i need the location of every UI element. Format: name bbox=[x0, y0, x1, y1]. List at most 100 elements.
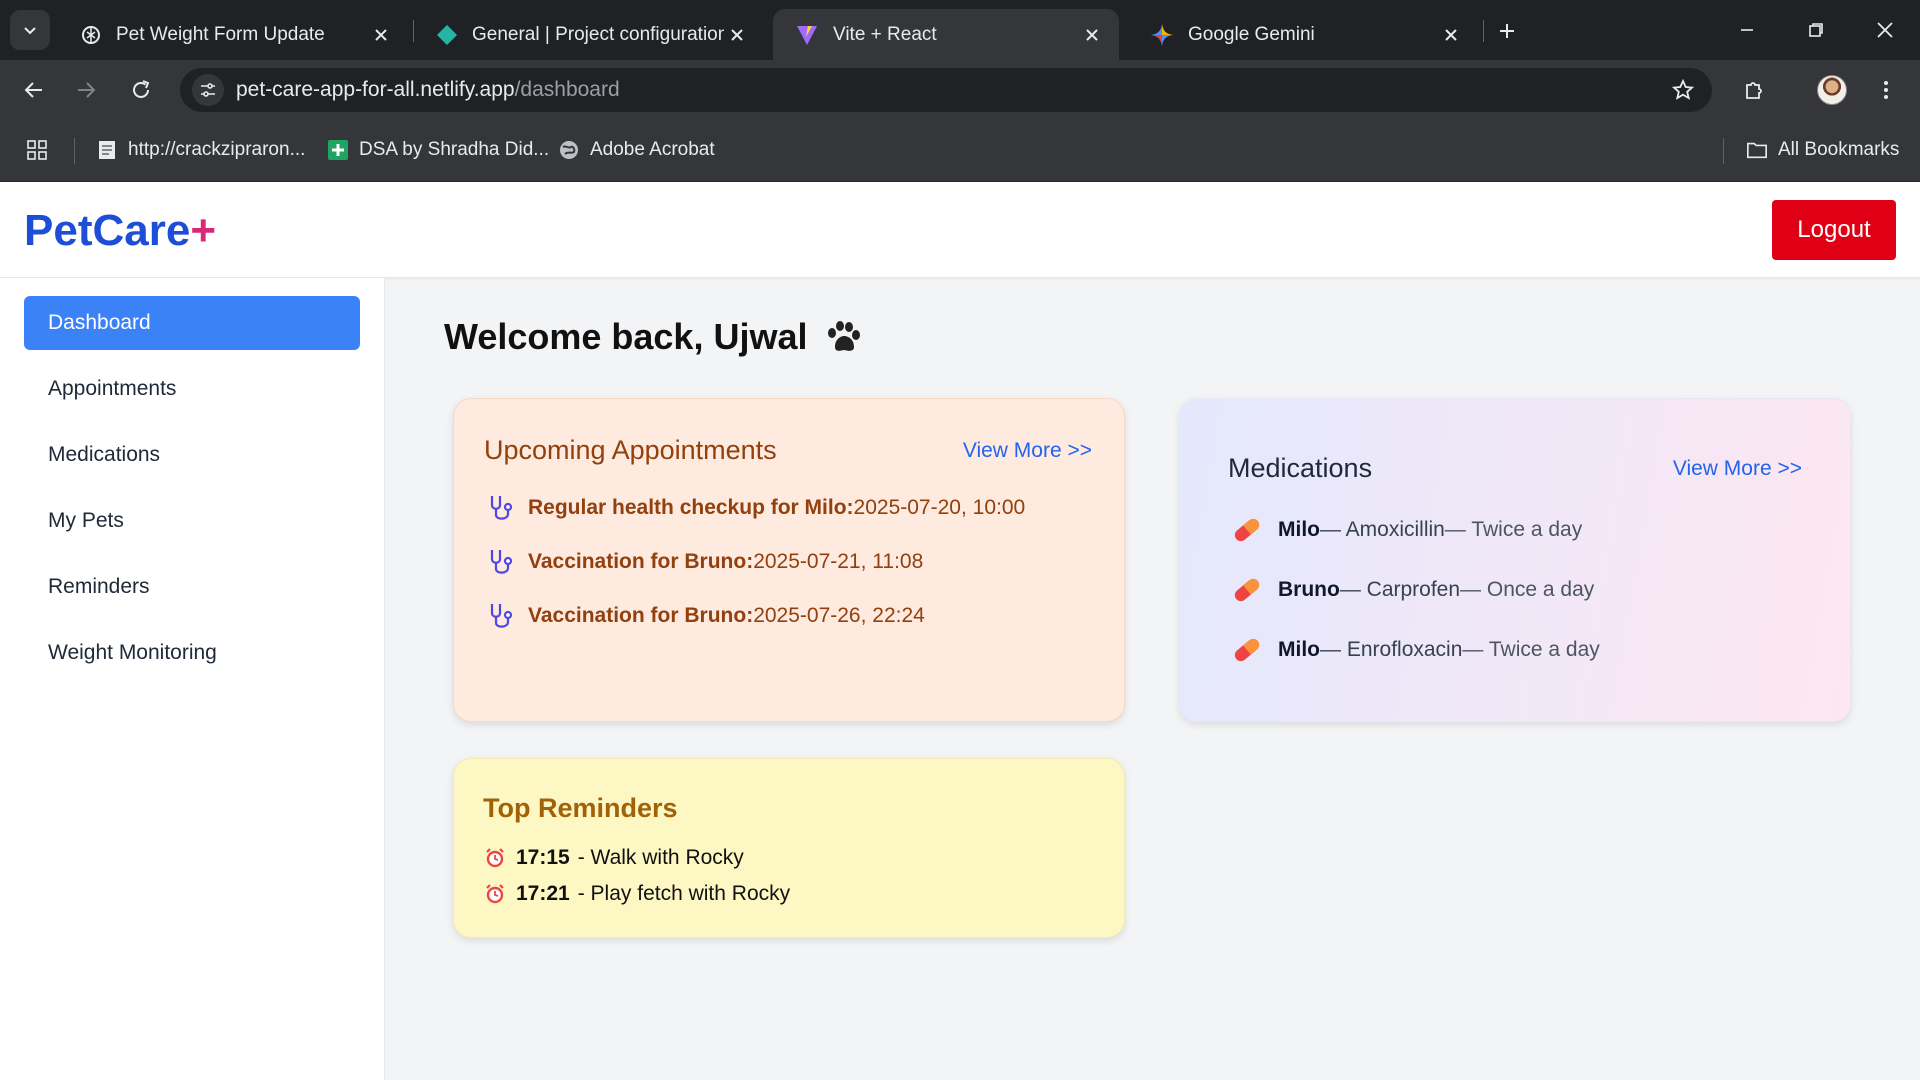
medication-frequency: — Twice a day bbox=[1444, 518, 1583, 541]
restore-icon bbox=[1809, 23, 1823, 37]
reminder-item[interactable]: 17:15 - Walk with Rocky bbox=[484, 843, 744, 873]
appointment-datetime: 2025-07-21, 11:08 bbox=[753, 550, 924, 573]
alarm-clock-icon bbox=[486, 848, 504, 868]
sidebar-item-weight-monitoring[interactable]: Weight Monitoring bbox=[24, 626, 360, 680]
logout-button[interactable]: Logout bbox=[1772, 200, 1896, 260]
tab-google-gemini[interactable]: Google Gemini bbox=[1128, 9, 1478, 60]
medication-item[interactable]: Milo — Amoxicillin — Twice a day bbox=[1230, 513, 1582, 547]
pill-icon bbox=[1234, 578, 1260, 602]
avatar bbox=[1817, 75, 1847, 105]
url-path: /dashboard bbox=[514, 78, 620, 101]
close-icon[interactable] bbox=[368, 22, 394, 48]
tab-project-configuration[interactable]: General | Project configuration | bbox=[414, 9, 764, 60]
sidebar-item-dashboard[interactable]: Dashboard bbox=[24, 296, 360, 350]
browser-menu-button[interactable] bbox=[1866, 70, 1906, 110]
bookmark-label: Adobe Acrobat bbox=[590, 139, 715, 160]
appointment-title: Vaccination for Bruno: bbox=[528, 550, 754, 573]
medication-pet: Milo bbox=[1278, 518, 1320, 541]
close-icon[interactable] bbox=[724, 22, 750, 48]
restore-button[interactable] bbox=[1796, 12, 1836, 48]
reminders-title: Top Reminders bbox=[483, 793, 678, 823]
stethoscope-icon bbox=[490, 550, 513, 574]
page-icon bbox=[96, 139, 118, 161]
reminder-item[interactable]: 17:21 - Play fetch with Rocky bbox=[484, 879, 790, 909]
sidebar-item-medications[interactable]: Medications bbox=[24, 428, 360, 482]
sidebar-item-reminders[interactable]: Reminders bbox=[24, 560, 360, 614]
appointment-item[interactable]: Vaccination for Bruno: 2025-07-21, 11:08 bbox=[486, 547, 923, 577]
tab-divider bbox=[1483, 20, 1484, 42]
medications-view-more-link[interactable]: View More >> bbox=[1673, 457, 1802, 481]
medication-frequency: — Twice a day bbox=[1462, 638, 1600, 661]
appointment-item[interactable]: Regular health checkup for Milo: 2025-07… bbox=[486, 493, 1025, 523]
reminders-card: Top Reminders 17:15 - Walk with Rocky 17:… bbox=[453, 758, 1125, 938]
stethoscope-icon bbox=[490, 496, 513, 520]
close-icon bbox=[1877, 22, 1893, 38]
star-icon bbox=[1672, 79, 1694, 100]
netlify-icon bbox=[437, 24, 457, 45]
tab-search-button[interactable] bbox=[10, 10, 50, 50]
medication-pet: Bruno bbox=[1278, 578, 1340, 601]
forward-button[interactable] bbox=[66, 70, 106, 110]
medication-item[interactable]: Bruno — Carprofen — Once a day bbox=[1230, 573, 1594, 607]
logo-plus: + bbox=[190, 206, 217, 255]
bookmark-dsa-shradha[interactable]: DSA by Shradha Did... bbox=[327, 134, 549, 166]
medication-drug: — Carprofen bbox=[1339, 578, 1461, 601]
reload-icon bbox=[133, 80, 150, 98]
new-tab-button[interactable] bbox=[1490, 14, 1524, 48]
more-vertical-icon bbox=[1884, 81, 1888, 99]
site-info-button[interactable] bbox=[192, 74, 224, 106]
close-icon[interactable] bbox=[1438, 22, 1464, 48]
minimize-button[interactable] bbox=[1727, 12, 1767, 48]
sidebar-item-my-pets[interactable]: My Pets bbox=[24, 494, 360, 548]
sheets-plus-icon bbox=[327, 139, 349, 161]
welcome-text: Welcome back, Ujwal bbox=[444, 316, 808, 357]
appointment-title: Vaccination for Bruno: bbox=[528, 604, 754, 627]
tab-title: General | Project configuration | bbox=[472, 23, 724, 45]
tab-vite-react[interactable]: Vite + React bbox=[773, 9, 1119, 60]
appointments-view-more-link[interactable]: View More >> bbox=[963, 439, 1092, 463]
bookmarks-bar: http://crackzipraron... DSA by Shradha D… bbox=[0, 120, 1920, 182]
medication-frequency: — Once a day bbox=[1460, 578, 1595, 601]
apps-grid-icon bbox=[27, 140, 47, 160]
tab-title: Vite + React bbox=[833, 23, 937, 45]
reminder-time: 17:21 bbox=[516, 882, 570, 905]
reminder-text: - Walk with Rocky bbox=[577, 846, 744, 869]
plus-icon bbox=[1500, 24, 1514, 38]
sidebar-item-appointments[interactable]: Appointments bbox=[24, 362, 360, 416]
profile-button[interactable] bbox=[1812, 70, 1852, 110]
gemini-icon bbox=[1151, 23, 1173, 46]
sidebar: Dashboard Appointments Medications My Pe… bbox=[0, 278, 385, 1080]
medication-item[interactable]: Milo — Enrofloxacin — Twice a day bbox=[1230, 633, 1600, 667]
bookmark-divider bbox=[74, 138, 75, 164]
close-window-button[interactable] bbox=[1865, 12, 1905, 48]
tab-title: Pet Weight Form Update bbox=[116, 23, 325, 45]
tab-pet-weight-form[interactable]: Pet Weight Form Update bbox=[58, 9, 408, 60]
back-button[interactable] bbox=[14, 70, 54, 110]
extensions-button[interactable] bbox=[1734, 70, 1774, 110]
app-logo[interactable]: PetCare+ bbox=[24, 206, 216, 256]
apps-button[interactable] bbox=[26, 134, 48, 166]
browser-toolbar: pet-care-app-for-all.netlify.app/dashboa… bbox=[0, 60, 1920, 120]
bookmark-label: http://crackzipraron... bbox=[128, 139, 306, 160]
medication-pet: Milo bbox=[1278, 638, 1320, 661]
paw-icon bbox=[828, 321, 861, 351]
bookmark-star-button[interactable] bbox=[1668, 75, 1698, 105]
url-text[interactable]: pet-care-app-for-all.netlify.app/dashboa… bbox=[236, 68, 620, 112]
bookmark-label: DSA by Shradha Did... bbox=[359, 139, 550, 160]
pill-icon bbox=[1234, 518, 1260, 542]
page-title: Welcome back, Ujwal bbox=[444, 316, 863, 358]
chevron-down-icon bbox=[24, 27, 36, 35]
reload-button[interactable] bbox=[121, 70, 161, 110]
appointment-item[interactable]: Vaccination for Bruno: 2025-07-26, 22:24 bbox=[486, 601, 925, 631]
globe-icon bbox=[558, 139, 580, 161]
logo-text: PetCare bbox=[24, 206, 191, 255]
all-bookmarks-button[interactable]: All Bookmarks bbox=[1746, 134, 1899, 166]
tab-title: Google Gemini bbox=[1188, 23, 1315, 45]
folder-icon bbox=[1746, 139, 1768, 161]
address-bar[interactable]: pet-care-app-for-all.netlify.app/dashboa… bbox=[180, 68, 1712, 112]
bookmark-crackzipraron[interactable]: http://crackzipraron... bbox=[96, 134, 305, 166]
puzzle-icon bbox=[1746, 82, 1762, 99]
close-icon[interactable] bbox=[1079, 22, 1105, 48]
appointments-card: Upcoming Appointments View More >> Regul… bbox=[453, 398, 1125, 722]
bookmark-adobe-acrobat[interactable]: Adobe Acrobat bbox=[558, 134, 715, 166]
